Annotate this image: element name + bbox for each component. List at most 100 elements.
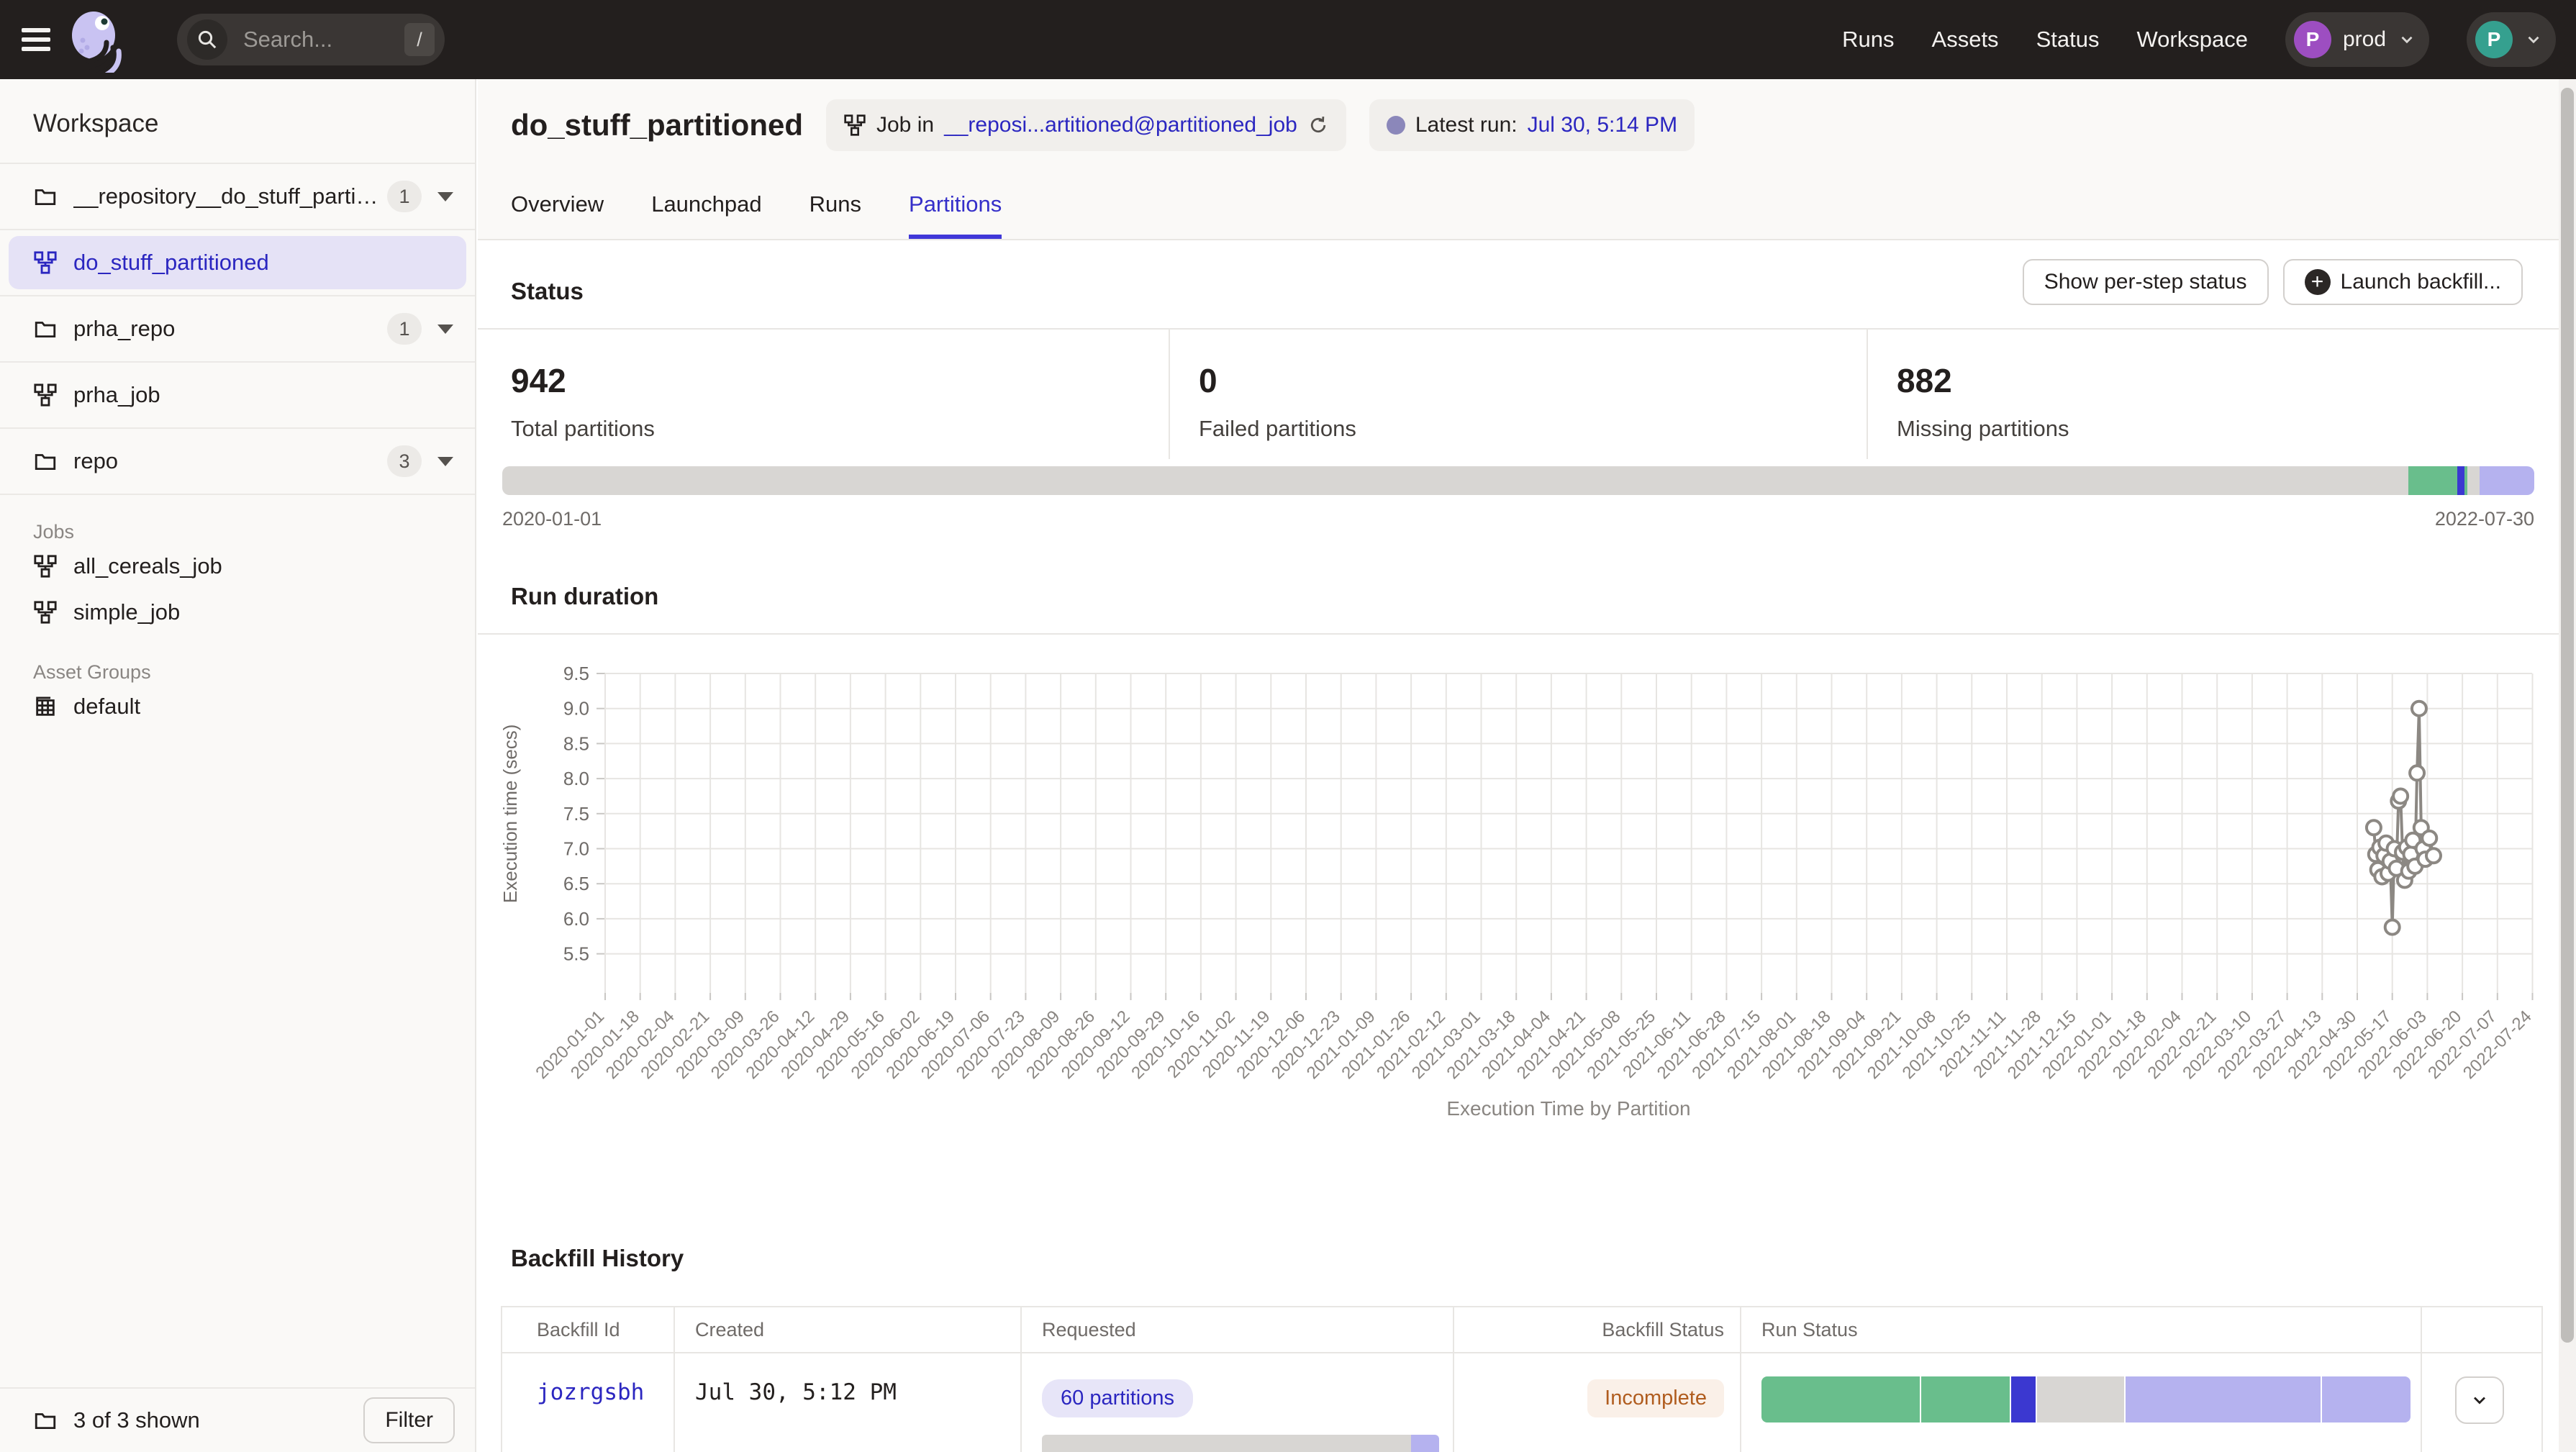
stat-value: 942 [511, 361, 1169, 400]
page-title: do_stuff_partitioned [511, 108, 803, 142]
sidebar-item-do-stuff-partitioned[interactable]: do_stuff_partitioned [0, 230, 475, 296]
bar-segment-gray [2467, 466, 2480, 495]
nav-workspace[interactable]: Workspace [2136, 27, 2248, 53]
backfill-table: Backfill IdCreatedRequestedBackfill Stat… [501, 1306, 2543, 1452]
latest-run-pill: Latest run: Jul 30, 5:14 PM [1369, 99, 1695, 151]
expander-caret-icon[interactable] [437, 457, 453, 466]
sidebar-section-label: Jobs [0, 495, 475, 543]
chevron-down-icon [2524, 30, 2543, 49]
deployment-avatar: P [2294, 21, 2331, 58]
partition-bar-end-date: 2022-07-30 [2435, 508, 2534, 530]
page-header: do_stuff_partitioned Job in __reposi...a… [478, 79, 2559, 240]
sidebar-item-simple_job[interactable]: simple_job [0, 589, 475, 635]
stat-value: 0 [1199, 361, 1867, 400]
latest-run-time-link[interactable]: Jul 30, 5:14 PM [1528, 113, 1677, 137]
svg-text:7.0: 7.0 [563, 838, 589, 860]
stat-label: Total partitions [511, 416, 1169, 442]
bar-segment-green [1920, 1376, 2009, 1422]
asset-group-icon [33, 694, 58, 719]
sidebar-item-label: repo [73, 448, 378, 474]
scrollbar-thumb[interactable] [2561, 88, 2574, 1343]
job-icon [843, 114, 866, 137]
svg-text:Execution Time by Partition: Execution Time by Partition [1446, 1097, 1690, 1120]
bar-segment-blue [2010, 1376, 2036, 1422]
bar-segment-gray [2036, 1376, 2125, 1422]
expander-caret-icon[interactable] [437, 192, 453, 201]
folder-icon [33, 317, 58, 341]
bar-segment-gray [502, 466, 2408, 495]
sidebar-item--repository-do-stuff-partitio-[interactable]: __repository__do_stuff_partitio...1 [0, 164, 475, 230]
user-avatar: P [2475, 21, 2513, 58]
item-count-badge: 1 [387, 181, 422, 212]
button-launch-backfill-[interactable]: +Launch backfill... [2283, 259, 2523, 305]
stat-total-partitions: 942 Total partitions [478, 330, 1169, 459]
nav-runs[interactable]: Runs [1842, 27, 1894, 53]
job-icon [33, 554, 58, 578]
search-icon [187, 19, 227, 60]
tab-overview[interactable]: Overview [511, 191, 604, 239]
sidebar-item-prha-repo[interactable]: prha_repo1 [0, 296, 475, 363]
button-show-per-step-status[interactable]: Show per-step status [2023, 259, 2269, 305]
column-header-created: Created [675, 1307, 1022, 1352]
requested-partitions-pill[interactable]: 60 partitions [1042, 1379, 1193, 1417]
sidebar-item-default[interactable]: default [0, 684, 475, 730]
sidebar-item-label: default [73, 694, 140, 720]
user-menu[interactable]: P [2467, 12, 2556, 67]
job-in-prefix: Job in [876, 113, 934, 137]
search-placeholder: Search... [243, 27, 404, 53]
job-icon [33, 250, 58, 275]
expander-caret-icon[interactable] [437, 325, 453, 334]
nav-status[interactable]: Status [2036, 27, 2100, 53]
status-buttons: Show per-step status +Launch backfill... [2023, 259, 2523, 305]
sidebar-item-all_cereals_job[interactable]: all_cereals_job [0, 543, 475, 589]
nav-assets[interactable]: Assets [1932, 27, 1999, 53]
svg-text:5.5: 5.5 [563, 943, 589, 965]
dagster-logo-icon[interactable] [66, 6, 124, 73]
column-header-backfill-status: Backfill Status [1454, 1307, 1741, 1352]
bar-segment-lavender [1411, 1435, 1439, 1452]
stat-value: 882 [1897, 361, 2559, 400]
top-nav-links: Runs Assets Status Workspace P prod P [1842, 12, 2556, 67]
workspace-sidebar: Workspace __repository__do_stuff_partiti… [0, 79, 476, 1452]
stat-label: Missing partitions [1897, 416, 2559, 442]
svg-text:9.0: 9.0 [563, 698, 589, 720]
scrollbar-track[interactable] [2559, 79, 2576, 1452]
shown-count: 3 of 3 shown [73, 1407, 363, 1433]
run-status-dot [1387, 116, 1405, 135]
column-header-requested: Requested [1022, 1307, 1454, 1352]
tab-launchpad[interactable]: Launchpad [651, 191, 761, 239]
backfill-table-header: Backfill IdCreatedRequestedBackfill Stat… [502, 1307, 2541, 1353]
tab-runs[interactable]: Runs [809, 191, 861, 239]
divider [478, 633, 2559, 635]
backfill-status-cell: Incomplete [1454, 1353, 1741, 1452]
tab-partitions[interactable]: Partitions [909, 191, 1002, 239]
sidebar-item-selected-pill: do_stuff_partitioned [9, 236, 466, 289]
sidebar-title: Workspace [0, 79, 475, 163]
bar-segment-lavender [2124, 1376, 2321, 1422]
sidebar-footer: 3 of 3 shown Filter [0, 1387, 475, 1452]
backfill-table-body: jozrgsbhJul 30, 5:12 PM60 partitions2020… [502, 1353, 2541, 1452]
bar-segment-lavender [2480, 466, 2534, 495]
refresh-icon[interactable] [1307, 114, 1329, 136]
column-header-actions [2422, 1307, 2541, 1352]
expand-row-button[interactable] [2455, 1376, 2504, 1424]
svg-text:8.5: 8.5 [563, 732, 589, 754]
menu-icon[interactable] [22, 23, 50, 56]
sidebar-item-label: all_cereals_job [73, 553, 222, 579]
partition-stats: 942Total partitions0Failed partitions882… [478, 328, 2559, 459]
run-status-cell [1741, 1353, 2422, 1452]
bar-segment-green [1761, 1376, 1920, 1422]
search-input[interactable]: Search... / [177, 14, 445, 65]
sidebar-item-prha-job[interactable]: prha_job [0, 363, 475, 429]
sidebar-item-repo[interactable]: repo3 [0, 429, 475, 495]
filter-button[interactable]: Filter [363, 1397, 455, 1443]
deployment-switcher[interactable]: P prod [2285, 12, 2429, 67]
column-header-run-status: Run Status [1741, 1307, 2422, 1352]
folder-icon [33, 449, 58, 473]
job-repo-link[interactable]: __reposi...artitioned@partitioned_job [944, 113, 1297, 137]
sidebar-item-label: do_stuff_partitioned [73, 250, 466, 276]
bar-segment-lavender [2321, 1376, 2410, 1422]
backfill-id-link[interactable]: jozrgsbh [537, 1379, 644, 1405]
top-nav: Search... / Runs Assets Status Workspace… [0, 0, 2576, 79]
created-cell: Jul 30, 5:12 PM [675, 1353, 1022, 1452]
